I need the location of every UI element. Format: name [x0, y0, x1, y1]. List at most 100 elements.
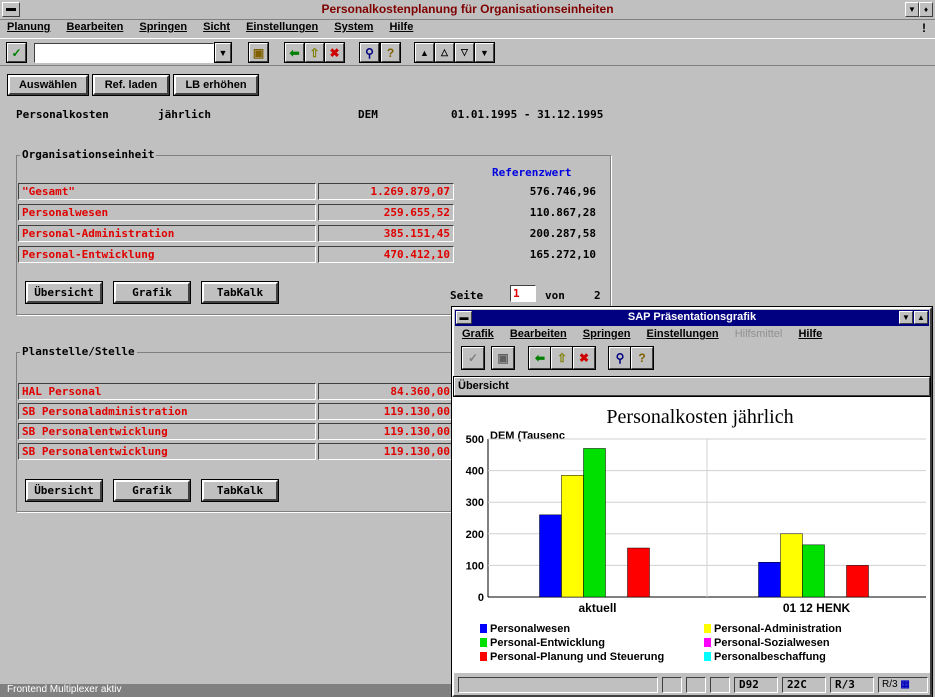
stelle-uebersicht-button[interactable]: Übersicht: [26, 480, 102, 501]
legend-swatch: [480, 638, 487, 647]
first-page-icon[interactable]: ▲: [415, 43, 434, 62]
page-input[interactable]: 1: [510, 285, 536, 302]
legend-item-personalwesen: Personalwesen: [480, 623, 570, 635]
org-row-value[interactable]: 1.269.879,07: [318, 183, 454, 200]
graphic-menubar: Grafik Bearbeiten Springen Einstellungen…: [462, 328, 835, 340]
main-menubar: Planung Bearbeiten Springen Sicht Einste…: [7, 21, 426, 37]
graphic-menu-einstellungen[interactable]: Einstellungen: [647, 328, 719, 340]
minimize-button[interactable]: ▼: [905, 2, 919, 17]
graphic-menu-bearbeiten[interactable]: Bearbeiten: [510, 328, 567, 340]
ref-header: Referenzwert: [492, 166, 572, 179]
status-field: [686, 677, 706, 693]
stelle-row-name[interactable]: SB Personalentwicklung: [18, 443, 316, 460]
legend-item-personal-administration: Personal-Administration: [704, 623, 842, 635]
save-icon[interactable]: ▣: [249, 43, 268, 62]
org-tabkalk-button[interactable]: TabKalk: [202, 282, 278, 303]
org-row-name[interactable]: "Gesamt": [18, 183, 316, 200]
bar-personal-administration-1: [780, 533, 803, 598]
enter-check-icon[interactable]: ✓: [7, 43, 26, 62]
legend-label: Personal-Sozialwesen: [714, 637, 830, 649]
stelle-row-value[interactable]: 119.130,00: [318, 403, 454, 420]
restore-button[interactable]: ♦: [919, 2, 933, 17]
org-row-name[interactable]: Personalwesen: [18, 204, 316, 221]
y-tick-label: 200: [466, 529, 484, 541]
graphic-menu-grafik[interactable]: Grafik: [462, 328, 494, 340]
graphic-menu-hilfe[interactable]: Hilfe: [798, 328, 822, 340]
auswaehlen-button[interactable]: Auswählen: [8, 75, 88, 95]
status-release: R/3: [830, 677, 874, 693]
menu-planung[interactable]: Planung: [7, 21, 50, 33]
last-page-icon[interactable]: ▼: [475, 43, 494, 62]
graphic-back-icon[interactable]: ⬅: [529, 347, 551, 369]
status-field: [662, 677, 682, 693]
org-grafik-button[interactable]: Grafik: [114, 282, 190, 303]
org-uebersicht-button[interactable]: Übersicht: [26, 282, 102, 303]
org-row-name[interactable]: Personal-Administration: [18, 225, 316, 242]
header-range: 01.01.1995 - 31.12.1995: [451, 108, 604, 121]
menu-einstellungen[interactable]: Einstellungen: [246, 21, 318, 33]
legend-label: Personal-Entwicklung: [490, 637, 605, 649]
graphic-window: ▬ SAP Präsentationsgrafik ▼ ▲ Grafik Bea…: [452, 307, 932, 697]
menu-system[interactable]: System: [334, 21, 373, 33]
org-row-value[interactable]: 470.412,10: [318, 246, 454, 263]
legend-swatch: [704, 652, 711, 661]
page-of-label: von: [545, 289, 565, 302]
org-row-ref: 200.287,58: [529, 227, 596, 240]
legend-item-personal-sozialwesen: Personal-Sozialwesen: [704, 637, 830, 649]
graphic-up-icon[interactable]: ⇧: [551, 347, 573, 369]
up-arrow-icon[interactable]: ⇧: [305, 43, 324, 62]
stelle-grafik-button[interactable]: Grafik: [114, 480, 190, 501]
graphic-save-icon[interactable]: ▣: [492, 347, 514, 369]
graphic-maximize[interactable]: ▲: [914, 311, 928, 324]
menu-bearbeiten[interactable]: Bearbeiten: [66, 21, 123, 33]
graphic-help-icon[interactable]: ?: [631, 347, 653, 369]
cancel-x-icon[interactable]: ✖: [325, 43, 344, 62]
bar-personalwesen-0: [539, 514, 562, 598]
menu-hilfe[interactable]: Hilfe: [389, 21, 413, 33]
status-field: [710, 677, 730, 693]
stelle-row-value[interactable]: 119.130,00: [318, 443, 454, 460]
stelle-row-value[interactable]: 84.360,00: [318, 383, 454, 400]
graphic-minimize[interactable]: ▼: [899, 311, 913, 324]
legend-label: Personalwesen: [490, 623, 571, 635]
status-text: Frontend Multiplexer aktiv: [7, 684, 122, 695]
status-field: [458, 677, 658, 693]
stelle-row-value[interactable]: 119.130,00: [318, 423, 454, 440]
command-history-icon[interactable]: ▼: [215, 43, 231, 62]
help-question-icon[interactable]: ?: [381, 43, 400, 62]
bar-personal-entwicklung-0: [583, 448, 606, 598]
graphic-menu-springen[interactable]: Springen: [583, 328, 631, 340]
chart-area: Personalkosten jährlich DEM (Tausenc 0 10…: [454, 397, 930, 673]
find-icon[interactable]: ⚲: [360, 43, 379, 62]
menu-springen[interactable]: Springen: [139, 21, 187, 33]
legend-item-personal-planung: Personal-Planung und Steuerung: [480, 651, 696, 663]
stelle-row-name[interactable]: SB Personalentwicklung: [18, 423, 316, 440]
stelle-row-name[interactable]: HAL Personal: [18, 383, 316, 400]
next-page-icon[interactable]: ▽: [455, 43, 474, 62]
graphic-check-icon[interactable]: ✓: [462, 347, 484, 369]
status-logo: R/3 ▦: [878, 677, 928, 693]
lb-erhoehen-button[interactable]: LB erhöhen: [174, 75, 258, 95]
menu-sicht[interactable]: Sicht: [203, 21, 230, 33]
back-arrow-icon[interactable]: ⬅: [285, 43, 304, 62]
graphic-find-icon[interactable]: ⚲: [609, 347, 631, 369]
stelle-tabkalk-button[interactable]: TabKalk: [202, 480, 278, 501]
ref-laden-button[interactable]: Ref. laden: [93, 75, 169, 95]
org-row-value[interactable]: 385.151,45: [318, 225, 454, 242]
previous-page-icon[interactable]: △: [435, 43, 454, 62]
graphic-menu-hilfsmittel: Hilfsmittel: [734, 328, 783, 340]
legend-label: Personal-Planung und Steuerung: [490, 651, 665, 663]
r3-logo-icon: ▦: [897, 679, 910, 690]
stelle-row-name[interactable]: SB Personaladministration: [18, 403, 316, 420]
legend-item-personalbeschaffung: Personalbeschaffung: [704, 651, 826, 663]
org-row-value[interactable]: 259.655,52: [318, 204, 454, 221]
org-row-name[interactable]: Personal-Entwicklung: [18, 246, 316, 263]
legend-swatch: [480, 652, 487, 661]
command-field[interactable]: [34, 43, 214, 63]
x-category-label: aktuell: [578, 601, 616, 615]
menu-right-indicator: !: [922, 21, 926, 35]
graphic-tab-uebersicht[interactable]: Übersicht: [454, 377, 930, 396]
toolbar: ✓ ▼ ▣ ⬅ ⇧ ✖ ⚲ ? ▲ △ ▽ ▼: [0, 38, 935, 66]
graphic-cancel-icon[interactable]: ✖: [573, 347, 595, 369]
status-logo-text: R/3: [882, 679, 898, 690]
